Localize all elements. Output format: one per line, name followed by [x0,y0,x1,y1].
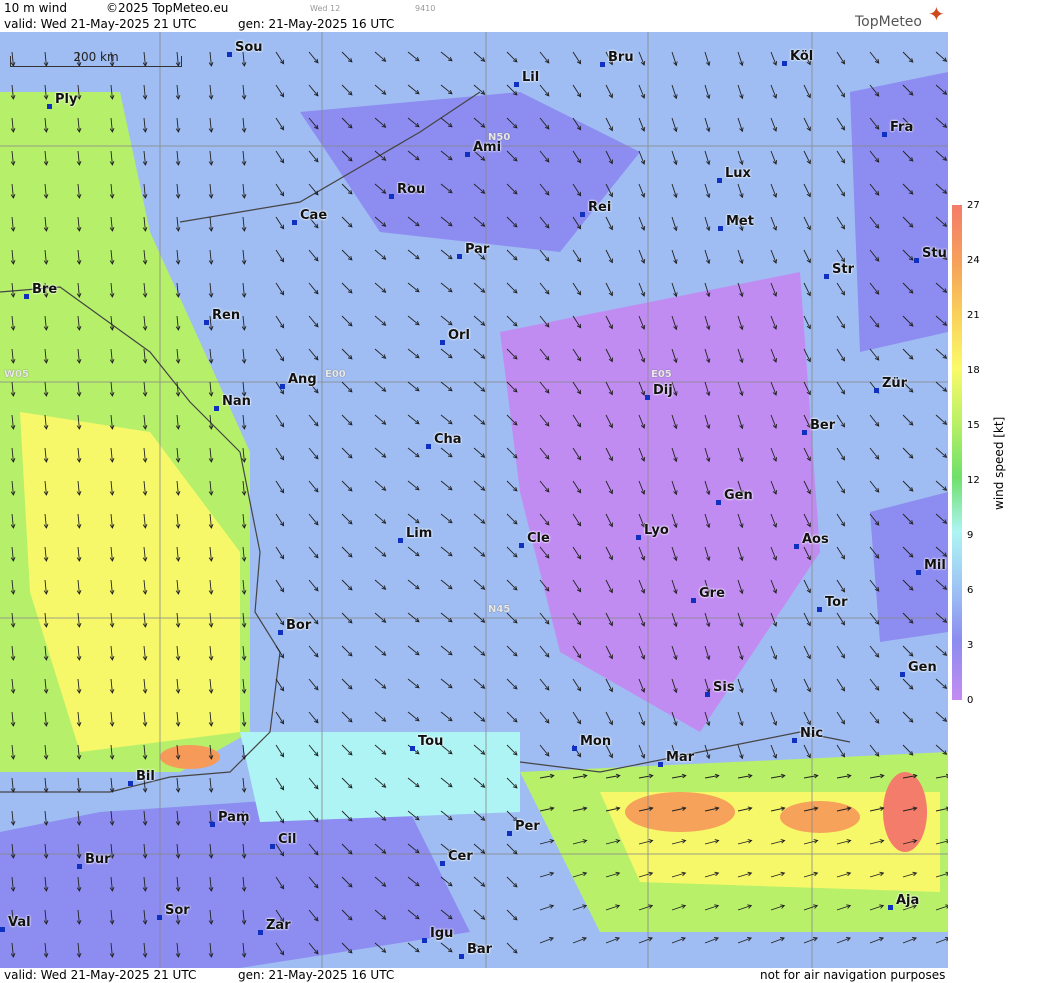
disclaimer: not for air navigation purposes [760,968,946,982]
city-label: Lux [717,166,751,183]
city-label: Str [824,262,854,279]
valid-time: valid: Wed 21-May-2025 21 UTC [4,17,197,31]
code-label: 9410 [415,4,436,13]
city-label: Tor [816,595,848,612]
city-label: Zar [258,918,291,935]
city-label: Cil [269,832,297,849]
city-label: Cae [291,208,328,225]
legend-tick: 12 [967,475,980,486]
run-label: Wed 12 [310,4,341,13]
city-label: Met [718,214,754,231]
city-label: Bru [600,50,634,67]
city-label: Zür [873,376,908,393]
city-label: Dij [645,383,673,400]
city-label: Aja [887,893,920,910]
grid-label-n45: N45 [488,604,511,615]
city-label: Par [456,242,490,259]
city-label: Aos [794,532,829,549]
city-label: Sou [227,40,263,57]
city-label: Cha [426,432,462,449]
legend-tick: 6 [967,585,974,596]
legend-title: wind speed [kt] [992,416,1006,510]
city-label: Nan [214,394,251,411]
city-label: Tou [409,734,444,751]
city-label: Cer [440,849,473,866]
city-label: Gre [691,586,725,603]
legend-tick: 15 [967,420,980,431]
city-label: Köl [781,49,814,66]
legend-tick: 27 [967,200,980,211]
scale-bar: 200 km [10,50,182,67]
city-label: Mil [916,558,946,575]
legend-tick: 9 [967,530,974,541]
city-label: Lyo [636,523,669,540]
map-header: 10 m wind ©2025 TopMeteo.eu Wed 12 9410 … [0,0,948,32]
city-label: Val [0,915,31,932]
compass-icon: ✦ [928,2,945,26]
city-label: Lim [397,526,433,543]
city-label: Gen [900,660,937,677]
city-label: Ang [280,372,317,389]
legend-tick: 3 [967,640,974,651]
city-label: Bor [277,618,312,635]
city-label: Orl [440,328,470,345]
city-label: Per [507,819,540,836]
legend-tick: 21 [967,310,980,321]
city-label: Mar [657,750,695,767]
legend-colorbar [952,205,962,700]
grid-label-e05: E05 [651,369,672,380]
city-label: Ber [801,418,836,435]
city-label: Sor [157,903,190,920]
gen-time: gen: 21-May-2025 16 UTC [238,17,395,31]
city-label: Sis [705,680,735,697]
footer-gen: gen: 21-May-2025 16 UTC [238,968,395,982]
legend-tick: 18 [967,365,980,376]
map-footer: valid: Wed 21-May-2025 21 UTC gen: 21-Ma… [0,968,948,983]
city-label: Lil [513,70,540,87]
grid-label-w05: W05 [4,369,29,380]
city-label: Bil [128,769,155,786]
city-label: Cle [519,531,550,548]
city-label: Igu [421,926,454,943]
wind-field [0,32,948,968]
legend-tick: 0 [967,695,974,706]
wind-map[interactable]: 200 km N50 W05 E00 E05 N45 Sou Ply Lil Bru K… [0,32,948,968]
city-label: Ren [203,308,241,325]
city-label: Pam [210,810,250,827]
legend-tick: 24 [967,255,980,266]
city-label: Mon [571,734,612,751]
grid-label-e00: E00 [325,369,346,380]
city-label: Ami [464,140,502,157]
product-title: 10 m wind [4,1,67,15]
scale-bar-label: 200 km [73,50,119,64]
city-label: Bar [458,942,493,959]
footer-valid: valid: Wed 21-May-2025 21 UTC [4,968,197,982]
city-label: Bre [23,282,58,299]
city-label: Bur [77,852,111,869]
copyright: ©2025 TopMeteo.eu [106,1,229,15]
city-label: Nic [791,726,824,743]
city-label: Stu [914,246,947,263]
legend: 27 24 21 18 15 12 9 6 3 0 wind speed [kt] [952,200,1039,720]
city-label: Gen [716,488,753,505]
city-label: Rou [388,182,426,199]
city-label: Ply [46,92,78,109]
city-label: Rei [579,200,612,217]
city-label: Fra [881,120,914,137]
